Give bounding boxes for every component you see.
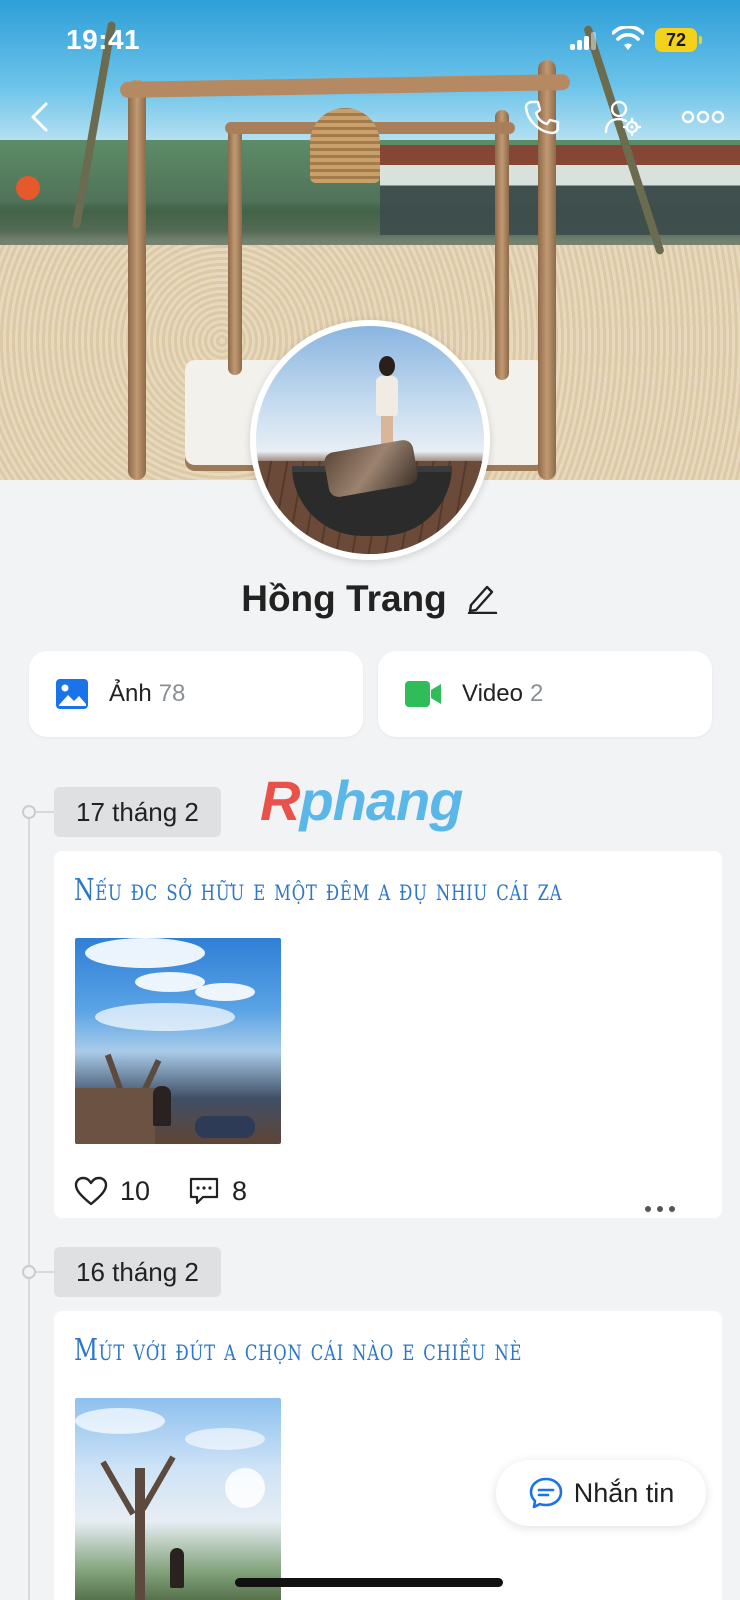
videos-count: 2 (529, 680, 544, 707)
comment-count: 8 (232, 1175, 248, 1206)
timeline-dot (22, 805, 36, 819)
cover-swing-post (228, 125, 242, 375)
heart-icon (74, 1176, 108, 1206)
videos-card[interactable]: Video 2 (378, 651, 712, 737)
photo-icon (56, 679, 88, 709)
timeline-dot (22, 1265, 36, 1279)
date-chip: 17 tháng 2 (54, 787, 221, 837)
home-indicator[interactable] (235, 1578, 503, 1587)
photos-label: Ảnh (109, 680, 152, 707)
cover-building (380, 145, 740, 235)
edit-icon (467, 585, 497, 614)
message-button-label: Nhắn tin (573, 1477, 675, 1508)
profile-settings-button[interactable] (600, 95, 644, 139)
profile-name-row: Hồng Trang (0, 578, 740, 620)
comment-icon (189, 1177, 219, 1205)
phone-icon (524, 100, 560, 135)
like-button[interactable]: 10 (74, 1176, 150, 1207)
photos-label-group: Ảnh 78 (109, 680, 185, 708)
avatar[interactable] (250, 320, 490, 560)
video-icon (405, 681, 441, 707)
more-icon (681, 110, 725, 124)
photos-count: 78 (158, 680, 186, 707)
videos-label-group: Video 2 (462, 680, 543, 708)
comment-button[interactable]: 8 (188, 1176, 247, 1207)
watermark-logo: Rphang (260, 769, 463, 832)
cover-lantern (16, 176, 40, 200)
cover-swing-post (128, 80, 146, 480)
signal-icon (570, 32, 598, 50)
wifi-icon (611, 24, 645, 52)
edit-name-button[interactable] (465, 580, 499, 619)
post-photo[interactable] (75, 938, 281, 1144)
profile-name: Hồng Trang (241, 578, 447, 619)
post-text: Mút với đút a chọn cái nào e chiều nè (74, 1333, 523, 1368)
like-count: 10 (120, 1175, 151, 1206)
message-icon (529, 1477, 563, 1509)
cover-swing-post (495, 110, 509, 380)
date-chip: 16 tháng 2 (54, 1247, 221, 1297)
post-card[interactable]: Nếu đc sở hữu e một đêm a đụ nhiu cái za… (54, 851, 722, 1218)
photos-card[interactable]: Ảnh 78 (29, 651, 363, 737)
videos-label: Video (462, 680, 523, 707)
post-text: Nếu đc sở hữu e một đêm a đụ nhiu cái za (74, 873, 563, 908)
post-more-button[interactable] (644, 1189, 676, 1220)
battery-indicator: 72 (655, 28, 702, 52)
more-icon (645, 1206, 675, 1212)
timeline-connector (36, 1271, 54, 1273)
post-actions: 10 8 (74, 1171, 702, 1212)
back-button[interactable] (18, 95, 62, 139)
status-bar: 19:41 72 (0, 0, 740, 80)
more-options-button[interactable] (678, 95, 728, 139)
message-button[interactable]: Nhắn tin (496, 1460, 706, 1526)
timeline-connector (36, 811, 54, 813)
call-button[interactable] (520, 95, 564, 139)
post-photo[interactable] (75, 1398, 281, 1600)
status-time: 19:41 (66, 24, 141, 55)
back-icon (31, 102, 48, 132)
user-settings-icon (604, 100, 642, 137)
timeline-line (28, 806, 30, 1600)
cover-lamp (310, 108, 380, 183)
post-card[interactable]: Mút với đút a chọn cái nào e chiều nè (54, 1311, 722, 1600)
